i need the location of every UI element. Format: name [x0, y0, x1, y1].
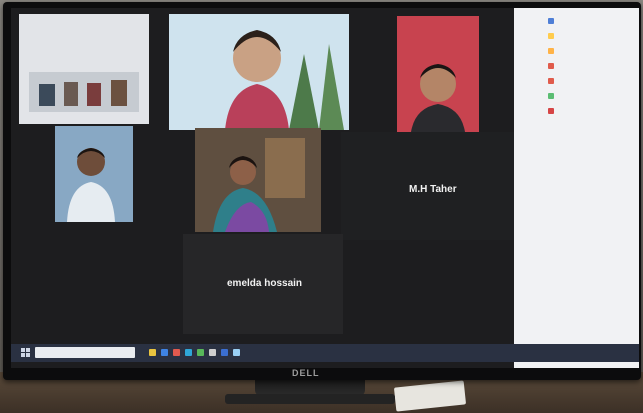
sidebar-row[interactable] [548, 108, 560, 114]
video-tile-participant[interactable] [169, 14, 349, 130]
app-icon[interactable] [209, 349, 216, 356]
app-icon [548, 108, 554, 114]
monitor-brand-logo: DELL [292, 368, 320, 378]
sidebar-row[interactable] [548, 33, 560, 39]
sidebar-row[interactable] [548, 78, 560, 84]
windows-start-icon[interactable] [21, 348, 30, 357]
video-tile-participant[interactable] [397, 16, 479, 132]
app-icon[interactable] [221, 349, 228, 356]
participant-video [397, 16, 479, 132]
app-icon [548, 93, 554, 99]
participant-video [195, 128, 321, 232]
name-card-tile[interactable]: M.H Taher [341, 132, 521, 240]
app-icon [548, 78, 554, 84]
app-icon [548, 63, 554, 69]
sidebar-pane [514, 8, 639, 368]
app-icon[interactable] [197, 349, 204, 356]
participant-name: emelda hossain [227, 278, 303, 289]
video-tile-meeting-room[interactable] [19, 14, 149, 124]
app-icon [548, 48, 554, 54]
sidebar-row[interactable] [548, 63, 560, 69]
search-box[interactable] [35, 347, 135, 358]
meeting-room-image [19, 14, 149, 124]
participant-video [169, 14, 349, 130]
taskbar [11, 344, 639, 362]
app-icon [548, 33, 554, 39]
monitor-stand-foot [225, 394, 395, 404]
app-icon[interactable] [233, 349, 240, 356]
monitor-screen: M.H Taher emelda hossain [11, 8, 639, 368]
name-card-tile[interactable]: emelda hossain [183, 234, 343, 334]
app-icon [548, 18, 554, 24]
video-tile-participant[interactable] [195, 128, 321, 232]
participant-video [55, 126, 133, 222]
sidebar-row[interactable] [548, 18, 560, 24]
video-tile-participant[interactable] [55, 126, 133, 222]
participant-name: M.H Taher [409, 184, 457, 195]
app-icon[interactable] [149, 349, 156, 356]
monitor-bezel: M.H Taher emelda hossain [3, 2, 641, 380]
app-icon[interactable] [161, 349, 168, 356]
app-icon[interactable] [173, 349, 180, 356]
sidebar-row[interactable] [548, 48, 560, 54]
sidebar-row[interactable] [548, 93, 560, 99]
app-icon[interactable] [185, 349, 192, 356]
